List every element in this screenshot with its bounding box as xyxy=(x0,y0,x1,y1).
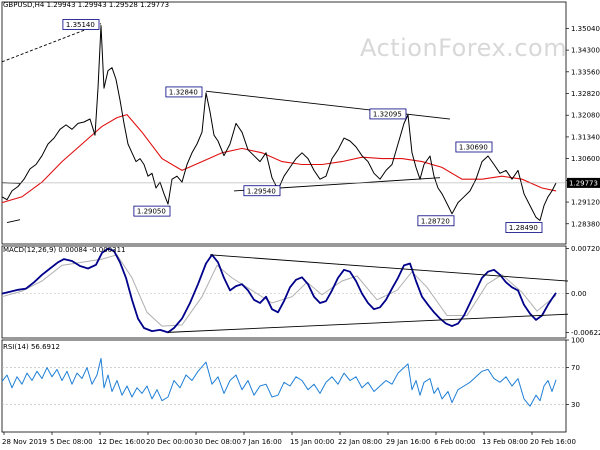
rsi-panel-frame xyxy=(1,339,567,433)
price-annotation-label: 1.30690 xyxy=(459,144,488,152)
rsi-header: RSI(14) 56.6912 xyxy=(3,343,60,351)
macd-header: MACD(12,26,9) 0.00084 -0.000311 xyxy=(3,246,126,254)
price-trendline xyxy=(6,219,21,224)
price-trendline xyxy=(205,90,451,120)
price-ytick-label: 1.35040 xyxy=(571,25,600,33)
macd-line xyxy=(1,247,557,334)
price-ytick-label: 1.32080 xyxy=(571,112,600,120)
price-ytick-label: 1.30600 xyxy=(571,155,600,163)
price-ytick-label: 1.31340 xyxy=(571,133,600,141)
current-price-label: 1.29773 xyxy=(569,179,598,187)
price-ytick-label: 1.28380 xyxy=(571,220,600,228)
rsi-ytick-label: 70 xyxy=(571,364,580,372)
macd-ytick-label: 0.007201 xyxy=(571,245,600,253)
x-tick-label: 7 Jan 16:00 xyxy=(242,438,282,446)
price-ytick-label: 1.29120 xyxy=(571,199,600,207)
price-ytick-label: 1.32820 xyxy=(571,90,600,98)
watermark: ActionForex.com xyxy=(360,34,568,62)
price-annotation-label: 1.28490 xyxy=(509,224,538,232)
rsi-line xyxy=(1,357,557,407)
x-tick-label: 12 Dec 16:00 xyxy=(98,438,145,446)
price-ytick-label: 1.33560 xyxy=(571,68,600,76)
price-annotation-label: 1.32840 xyxy=(169,89,198,97)
macd-signal-line xyxy=(1,254,557,327)
x-tick-label: 20 Feb 16:00 xyxy=(530,438,576,446)
x-tick-label: 13 Feb 08:00 xyxy=(482,438,528,446)
price-header: GBPUSD,H4 1.29943 1.29943 1.29528 1.2977… xyxy=(3,1,170,9)
x-tick-label: 6 Feb 00:00 xyxy=(434,438,475,446)
x-tick-label: 30 Dec 08:00 xyxy=(194,438,241,446)
rsi-ytick-label: 30 xyxy=(571,401,580,409)
macd-ytick-label: 0.00 xyxy=(571,290,587,298)
forex-chart: 1.35040 1.34300 1.33560 1.32820 1.32080 1.313… xyxy=(1,1,600,446)
price-annotation-label: 1.32095 xyxy=(373,111,402,119)
x-tick-label: 22 Jan 08:00 xyxy=(338,438,382,446)
price-ytick-label: 1.34300 xyxy=(571,47,600,55)
rsi-ytick-label: 100 xyxy=(571,337,584,345)
macd-trendline xyxy=(167,313,569,333)
x-tick-label: 20 Dec 00:00 xyxy=(146,438,193,446)
price-annotation-label: 1.29540 xyxy=(247,187,276,195)
x-tick-label: 28 Nov 2019 xyxy=(2,438,47,446)
price-annotation-label: 1.35140 xyxy=(66,21,95,29)
x-tick-label: 15 Jan 00:00 xyxy=(290,438,334,446)
x-tick-label: 29 Jan 16:00 xyxy=(386,438,430,446)
price-annotation-label: 1.29050 xyxy=(137,208,166,216)
price-annotation-label: 1.28720 xyxy=(421,217,450,225)
x-tick-label: 5 Dec 08:00 xyxy=(50,438,93,446)
macd-trendline xyxy=(209,254,569,282)
